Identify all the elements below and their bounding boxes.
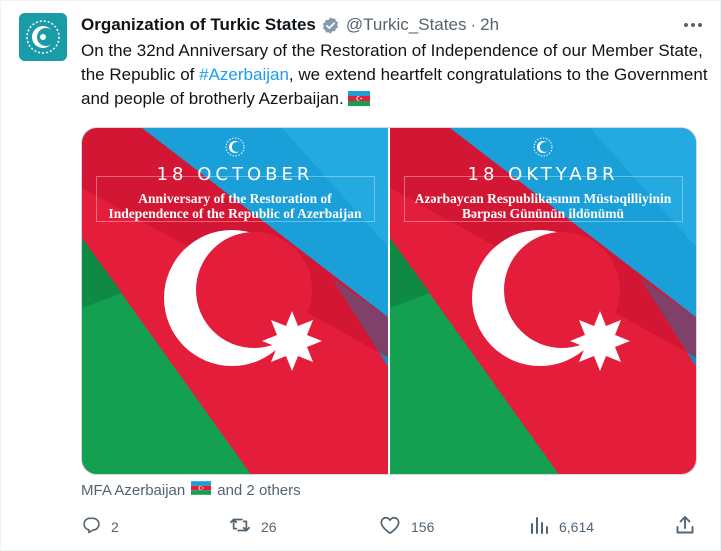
- separator: ·: [470, 15, 477, 34]
- logo-icon: [532, 136, 554, 163]
- like-button[interactable]: 156: [379, 515, 434, 538]
- media-date: 18 OKTYABR: [467, 164, 619, 185]
- retweet-count: 26: [261, 518, 277, 535]
- media-subtitle: Anniversary of the Restoration of Indepe…: [108, 191, 362, 221]
- media-image-azerbaijani[interactable]: 18 OKTYABR Azərbaycan Respublikasının Mü…: [390, 128, 696, 474]
- logo-icon: [224, 136, 246, 163]
- tweet-header: Organization of Turkic States @Turkic_St…: [81, 14, 680, 36]
- tagged-first-user[interactable]: MFA Azerbaijan: [81, 482, 185, 499]
- avatar-logo: [19, 13, 67, 61]
- verified-badge-icon[interactable]: [321, 16, 340, 35]
- tweet-media[interactable]: 18 OCTOBER Anniversary of the Restoratio…: [81, 127, 697, 475]
- azerbaijan-flag-emoji: [347, 89, 370, 113]
- views-count: 6,614: [559, 518, 595, 535]
- author-handle[interactable]: @Turkic_States: [346, 15, 467, 35]
- media-date: 18 OCTOBER: [156, 164, 314, 185]
- hashtag-link[interactable]: #Azerbaijan: [199, 65, 289, 84]
- share-icon: [675, 515, 695, 538]
- retweet-icon: [229, 515, 251, 538]
- azerbaijan-flag-emoji: [191, 481, 212, 499]
- author-name[interactable]: Organization of Turkic States: [81, 15, 316, 35]
- views-icon: [529, 515, 549, 538]
- media-image-english[interactable]: 18 OCTOBER Anniversary of the Restoratio…: [82, 128, 388, 474]
- more-icon[interactable]: [682, 15, 704, 35]
- tweet-card[interactable]: Organization of Turkic States @Turkic_St…: [0, 0, 721, 551]
- tweet-text: On the 32nd Anniversary of the Restorati…: [81, 39, 711, 113]
- like-icon: [379, 515, 401, 538]
- reply-icon: [81, 515, 101, 538]
- share-button[interactable]: [675, 515, 695, 538]
- like-count: 156: [411, 518, 435, 535]
- tweet-time[interactable]: 2h: [480, 15, 499, 35]
- retweet-button[interactable]: 26: [229, 515, 277, 538]
- action-bar: 2 26 156 6,614: [77, 511, 707, 539]
- views-button[interactable]: 6,614: [529, 515, 594, 538]
- reply-button[interactable]: 2: [81, 515, 119, 538]
- tagged-others[interactable]: and 2 others: [217, 482, 300, 499]
- tagged-users[interactable]: MFA Azerbaijan and 2 others: [81, 481, 301, 499]
- media-subtitle: Azərbaycan Respublikasının Müstəqilliyin…: [414, 191, 672, 221]
- avatar[interactable]: [19, 13, 67, 61]
- reply-count: 2: [111, 518, 119, 535]
